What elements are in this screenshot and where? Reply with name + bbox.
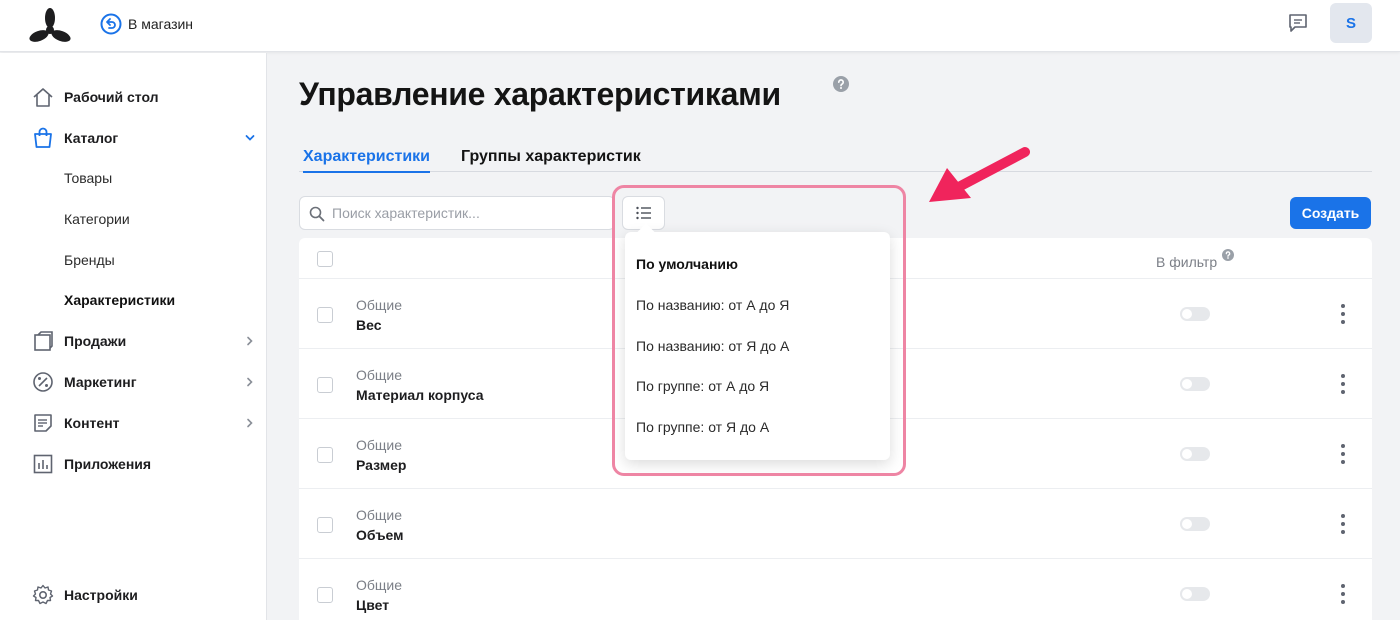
sidebar-item-apps[interactable]: Приложения — [0, 448, 267, 480]
row-name: Вес — [356, 317, 382, 333]
more-actions-icon[interactable] — [1339, 514, 1347, 534]
home-icon — [33, 88, 53, 107]
search-box — [299, 196, 615, 230]
row-group: Общие — [356, 507, 403, 523]
row-checkbox[interactable] — [317, 447, 333, 463]
in-filter-toggle[interactable] — [1180, 377, 1210, 391]
document-icon — [34, 414, 52, 432]
table-row[interactable]: Общие Цвет — [299, 559, 1372, 620]
sidebar-item-label: Контент — [64, 415, 120, 431]
row-name: Размер — [356, 457, 407, 473]
sidebar-item-sales[interactable]: Продажи — [0, 325, 267, 357]
sidebar-item-marketing[interactable]: Маркетинг — [0, 366, 267, 398]
sort-dropdown: По умолчанию По названию: от А до Я По н… — [625, 223, 890, 460]
sidebar-subitem-products[interactable]: Товары — [64, 166, 112, 190]
row-checkbox[interactable] — [317, 377, 333, 393]
table-row[interactable]: Общие Объем — [299, 489, 1372, 559]
sidebar-item-label: Маркетинг — [64, 374, 137, 390]
sidebar-subitem-categories[interactable]: Категории — [64, 207, 130, 231]
sales-icon — [34, 331, 53, 351]
help-icon[interactable] — [833, 76, 849, 92]
sidebar-item-label: Продажи — [64, 333, 127, 349]
back-arrow-icon — [100, 13, 122, 35]
back-to-store-label: В магазин — [128, 16, 194, 32]
tab-characteristics[interactable]: Характеристики — [303, 148, 431, 173]
chevron-down-icon — [245, 135, 255, 141]
sidebar-item-label: Приложения — [64, 456, 152, 472]
sidebar-item-dashboard[interactable]: Рабочий стол — [0, 81, 267, 113]
sort-option-name-desc[interactable]: По названию: от Я до А — [636, 334, 789, 358]
row-checkbox[interactable] — [317, 587, 333, 603]
row-name: Объем — [356, 527, 404, 543]
sidebar-subitem-characteristics[interactable]: Характеристики — [64, 288, 175, 312]
row-group: Общие — [356, 577, 403, 593]
row-group: Общие — [356, 297, 403, 313]
row-group: Общие — [356, 367, 403, 383]
row-group: Общие — [356, 437, 403, 453]
more-actions-icon[interactable] — [1339, 444, 1347, 464]
column-header-in-filter: В фильтр — [1156, 254, 1218, 270]
percent-icon — [33, 372, 53, 392]
sort-option-group-desc[interactable]: По группе: от Я до А — [636, 415, 769, 439]
in-filter-toggle[interactable] — [1180, 307, 1210, 321]
sidebar-item-content[interactable]: Контент — [0, 407, 267, 439]
sidebar-item-settings[interactable]: Настройки — [0, 579, 267, 611]
chevron-right-icon — [247, 377, 253, 387]
more-actions-icon[interactable] — [1339, 584, 1347, 604]
row-name: Цвет — [356, 597, 390, 613]
chat-icon[interactable] — [1287, 12, 1309, 34]
sidebar: Рабочий стол Каталог Товары Категории Бр… — [0, 53, 267, 620]
sort-option-group-asc[interactable]: По группе: от А до Я — [636, 374, 769, 398]
row-checkbox[interactable] — [317, 307, 333, 323]
in-filter-toggle[interactable] — [1180, 587, 1210, 601]
search-icon — [309, 206, 325, 222]
sidebar-item-label: Рабочий стол — [64, 89, 159, 105]
tabs: Характеристики Группы характеристик — [299, 140, 1372, 173]
create-button[interactable]: Создать — [1290, 197, 1371, 229]
select-all-checkbox[interactable] — [317, 251, 333, 267]
logo-icon[interactable] — [28, 5, 72, 47]
chevron-right-icon — [247, 418, 253, 428]
sort-option-name-asc[interactable]: По названию: от А до Я — [636, 293, 789, 317]
sidebar-item-label: Каталог — [64, 130, 119, 146]
page-title: Управление характеристиками — [299, 76, 781, 112]
search-input[interactable] — [332, 203, 602, 223]
sort-list-icon — [636, 206, 651, 220]
back-to-store-link[interactable]: В магазин — [100, 12, 193, 36]
tab-characteristic-groups[interactable]: Группы характеристик — [461, 148, 641, 166]
chevron-right-icon — [247, 336, 253, 346]
in-filter-toggle[interactable] — [1180, 517, 1210, 531]
more-actions-icon[interactable] — [1339, 374, 1347, 394]
gear-icon — [32, 584, 54, 605]
in-filter-toggle[interactable] — [1180, 447, 1210, 461]
shopping-bag-icon — [34, 127, 52, 148]
sidebar-item-catalog[interactable]: Каталог — [0, 122, 267, 154]
row-name: Материал корпуса — [356, 387, 484, 403]
sidebar-subitem-brands[interactable]: Бренды — [64, 248, 115, 272]
sidebar-item-label: Настройки — [64, 587, 138, 603]
chart-icon — [33, 454, 53, 474]
sort-option-default[interactable]: По умолчанию — [636, 252, 738, 276]
more-actions-icon[interactable] — [1339, 304, 1347, 324]
row-checkbox[interactable] — [317, 517, 333, 533]
top-bar: В магазин S — [0, 0, 1400, 52]
help-icon[interactable] — [1222, 249, 1234, 261]
user-avatar[interactable]: S — [1330, 3, 1372, 43]
